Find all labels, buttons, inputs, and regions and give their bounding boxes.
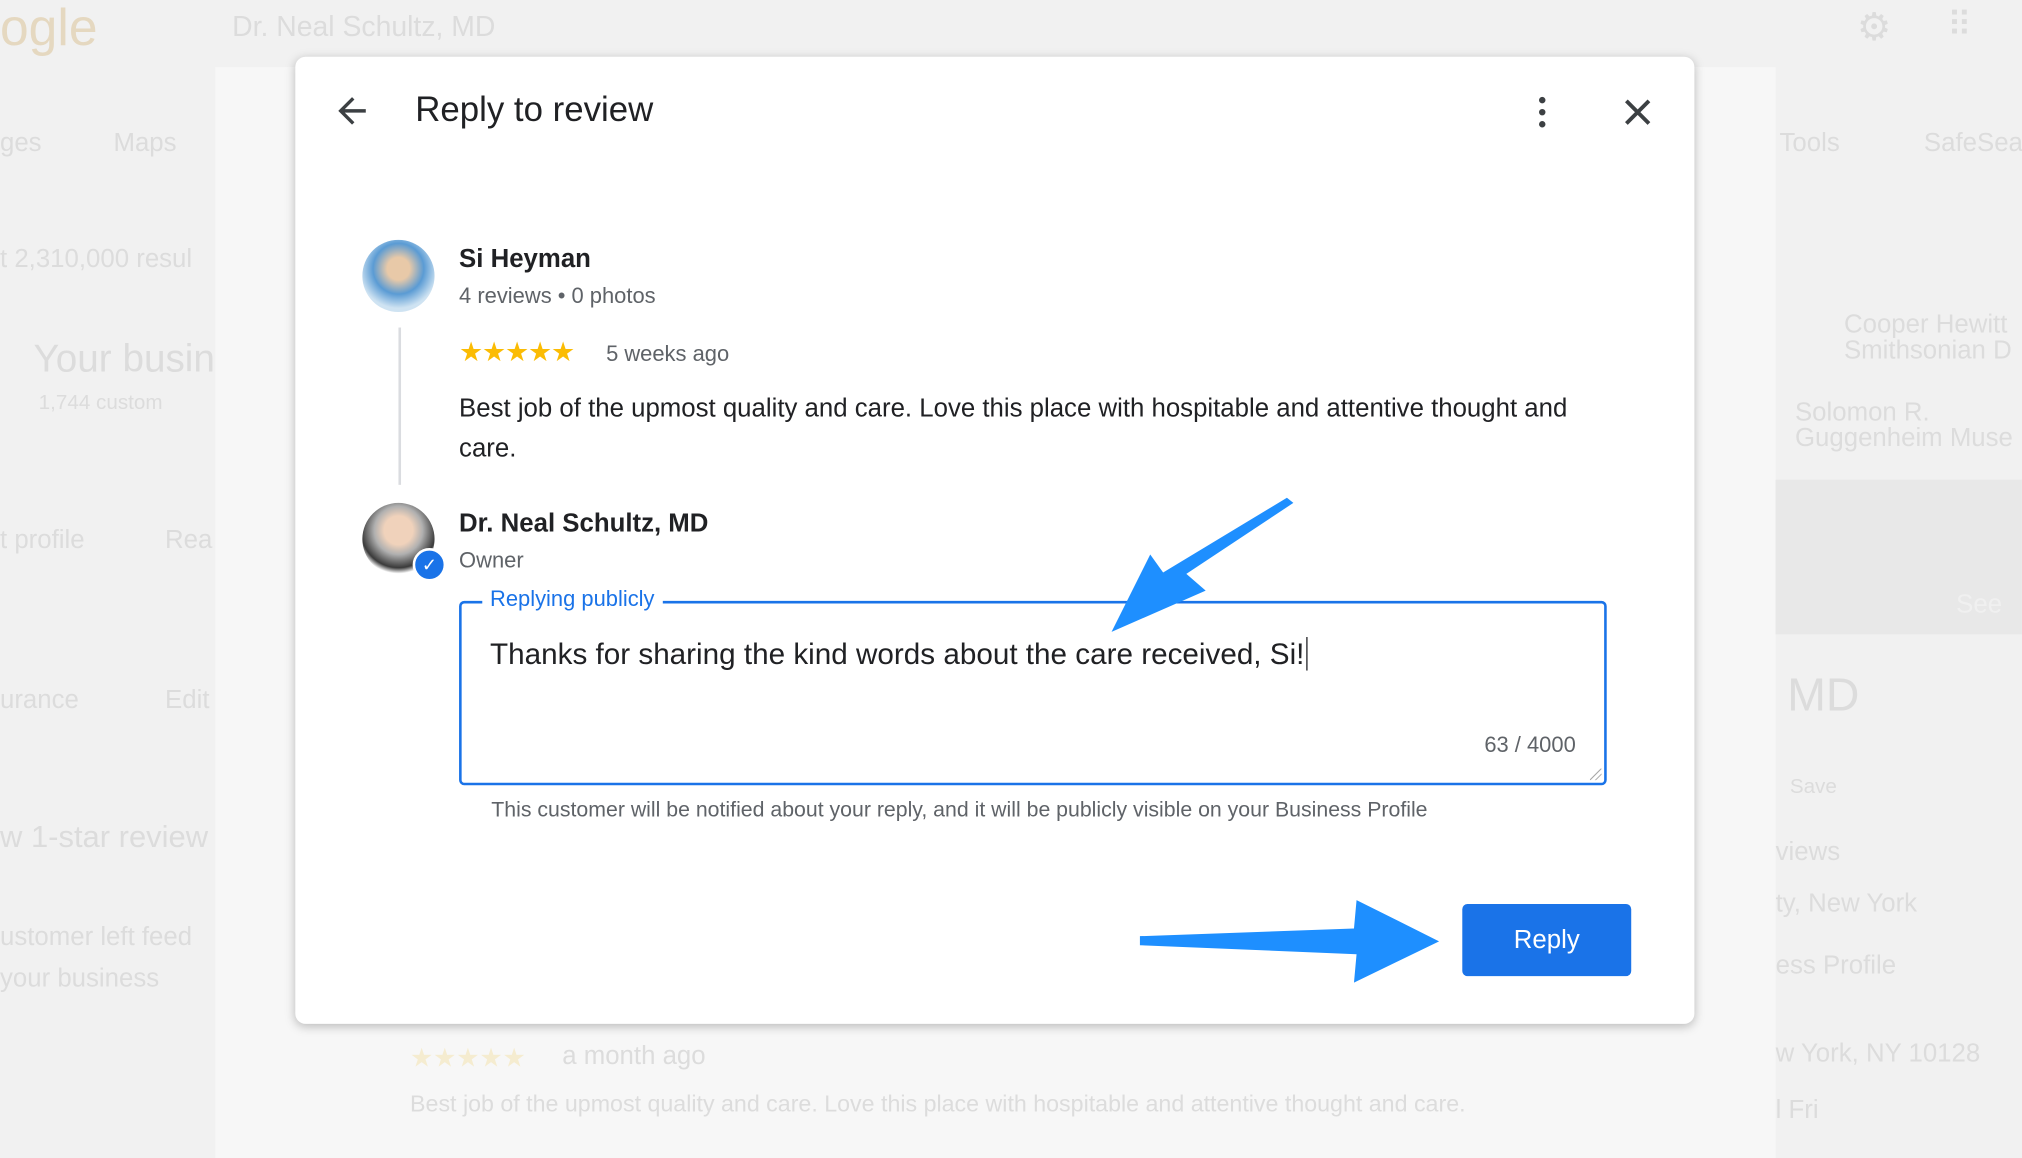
arrow-annotation-reply: [1139, 900, 1440, 983]
annotation-arrows: [1111, 497, 1440, 983]
arrow-annotation-textbox: [1111, 497, 1294, 632]
